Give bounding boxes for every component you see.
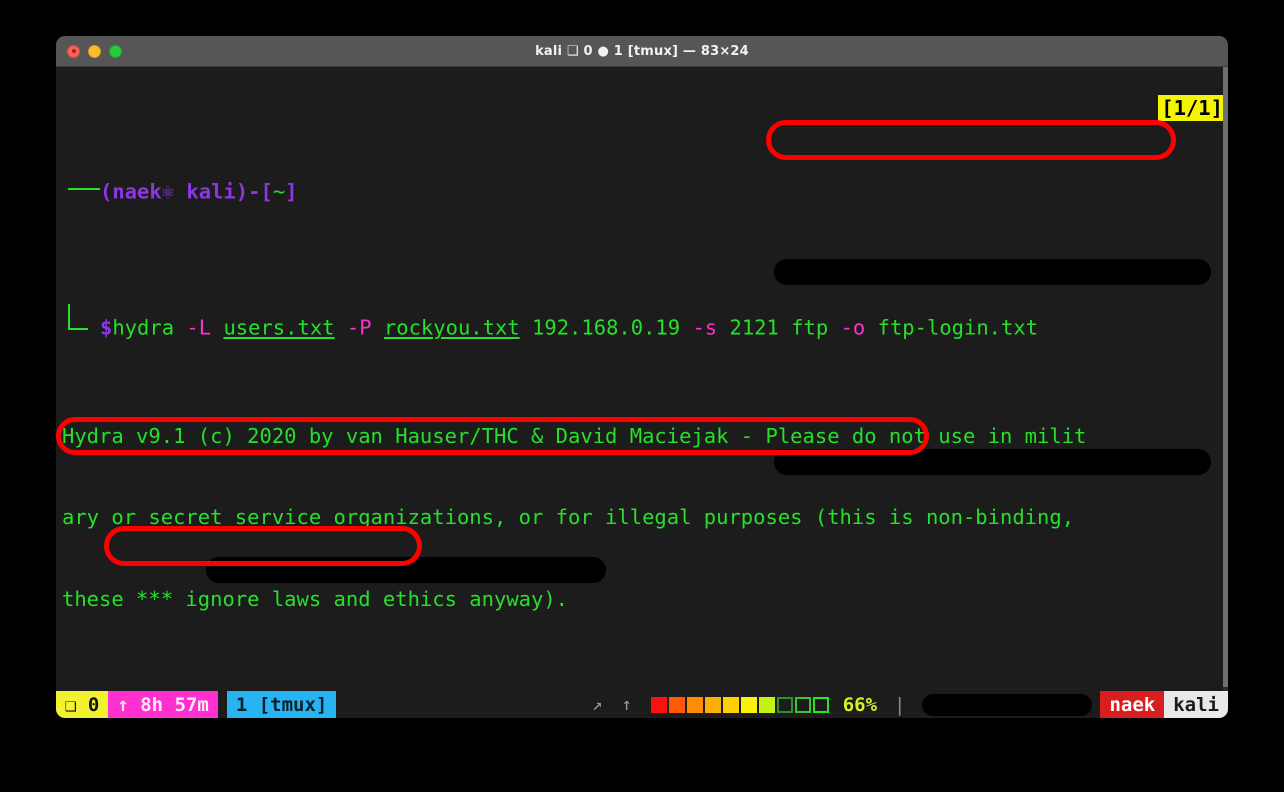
battery-cell-2 (668, 697, 685, 713)
battery-cell-4 (704, 697, 721, 713)
arg-port-service: 2121 ftp (717, 315, 841, 340)
status-uptime: ↑ 8h 57m (108, 691, 218, 718)
battery-cell-10 (812, 697, 829, 713)
prompt-user-host: (naek⚛ kali)-[ (100, 179, 273, 204)
status-separator: | (894, 694, 906, 716)
status-window-index[interactable]: ❑ 0 (56, 691, 109, 718)
hydra-banner-line-1: Hydra v9.1 (c) 2020 by van Hauser/THC & … (62, 423, 1087, 448)
terminal-window: kali ❑ 0 ● 1 [tmux] — 83×24 (naek⚛ kali)… (56, 36, 1228, 718)
hydra-banner-line-2: ary or secret service organizations, or … (62, 505, 1075, 530)
prompt-line: (naek⚛ kali)-[~] (62, 178, 1228, 205)
scrollbar-thumb[interactable] (1223, 67, 1228, 687)
status-spacer (336, 691, 586, 718)
redaction-bar-2 (774, 449, 1211, 475)
terminal-screen: (naek⚛ kali)-[~] $hydra -L users.txt -P … (62, 69, 1228, 718)
prompt-bracket-close: ] (285, 179, 298, 204)
battery-cell-3 (686, 697, 703, 713)
terminal-body[interactable]: (naek⚛ kali)-[~] $hydra -L users.txt -P … (56, 67, 1228, 718)
window-title: kali ❑ 0 ● 1 [tmux] — 83×24 (535, 43, 749, 59)
arg-output-file: ftp-login.txt (865, 315, 1039, 340)
prompt-corner2-icon (62, 304, 100, 335)
pane-count-badge: [1/1] (1158, 95, 1226, 121)
prompt-tilde: ~ (272, 179, 286, 204)
battery-percent: 66% (842, 694, 878, 716)
prompt-dollar: $ (100, 315, 113, 340)
maximize-button[interactable] (109, 44, 122, 58)
status-user: naek (1100, 691, 1165, 718)
status-arrow-up-icon: ↑ (621, 695, 639, 715)
arg-users-file: users.txt (223, 315, 335, 340)
redaction-bar-3 (206, 557, 606, 583)
cmd-hydra: hydra (112, 315, 187, 340)
flag-P: -P (346, 315, 384, 340)
battery-cell-5 (722, 697, 739, 713)
hydra-banner-line-3: these *** ignore laws and ethics anyway)… (62, 586, 569, 611)
redaction-bar-1 (774, 259, 1211, 285)
status-host: kali (1164, 691, 1228, 718)
close-button[interactable] (67, 44, 80, 58)
command-line-1: $hydra -L users.txt -P rockyou.txt 192.1… (62, 304, 1228, 341)
arg-rockyou-file: rockyou.txt (383, 315, 520, 340)
battery-gauge (645, 691, 835, 718)
battery-cell-6 (740, 697, 757, 713)
status-redaction-bar (922, 694, 1093, 716)
traffic-lights (67, 44, 122, 58)
tmux-status-bar: ❑ 0 ↑ 8h 57m 1 [tmux] ↗ ↑ 66% | naek kal… (56, 691, 1228, 718)
battery-cell-1 (650, 697, 667, 713)
scrollbar-track[interactable] (1223, 67, 1228, 718)
status-arrow-up-right-icon: ↗ (592, 695, 610, 715)
battery-cell-7 (758, 697, 775, 713)
arg-target-ip: 192.168.0.19 (519, 315, 693, 340)
flag-L: -L (186, 315, 224, 340)
battery-cell-8 (776, 697, 793, 713)
prompt-corner-icon (62, 178, 100, 199)
minimize-button[interactable] (88, 44, 101, 58)
flag-s: -s (692, 315, 718, 340)
flag-o: -o (840, 315, 866, 340)
kali-dragon-icon: ⚛ (161, 179, 175, 204)
status-session[interactable]: 1 [tmux] (226, 691, 337, 718)
battery-cell-9 (794, 697, 811, 713)
window-titlebar: kali ❑ 0 ● 1 [tmux] — 83×24 (56, 36, 1228, 67)
